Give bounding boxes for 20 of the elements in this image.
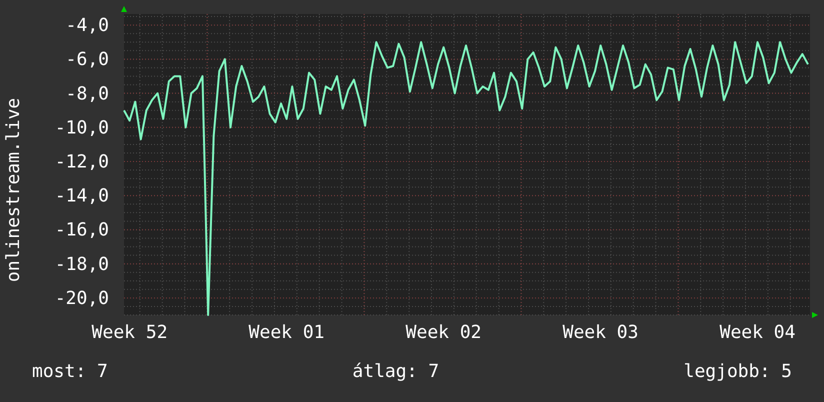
y-axis-title: onlinestream.live xyxy=(3,98,24,282)
y-tick-label: -10,0 xyxy=(54,117,109,138)
y-tick-label: -6,0 xyxy=(66,49,109,70)
y-tick-label: -20,0 xyxy=(54,288,109,309)
x-tick-label: Week 02 xyxy=(406,322,482,343)
x-tick-label: Week 52 xyxy=(92,322,168,343)
legend-value: legjobb: 5 xyxy=(684,361,792,382)
y-axis-arrow-icon xyxy=(121,6,127,12)
y-tick-label: -8,0 xyxy=(66,83,109,104)
x-tick-label: Week 01 xyxy=(248,322,325,343)
x-tick-label: Week 04 xyxy=(720,322,796,343)
legend-value: átlag: 7 xyxy=(352,361,440,382)
x-tick-label: Week 03 xyxy=(562,322,638,343)
legend-value: most: 7 xyxy=(32,361,108,382)
y-tick-label: -4,0 xyxy=(66,15,109,36)
y-tick-label: -12,0 xyxy=(54,152,109,173)
y-tick-label: -16,0 xyxy=(54,220,109,241)
y-tick-label: -18,0 xyxy=(54,254,109,275)
x-axis-arrow-icon xyxy=(812,312,818,318)
y-tick-label: -14,0 xyxy=(54,186,109,207)
